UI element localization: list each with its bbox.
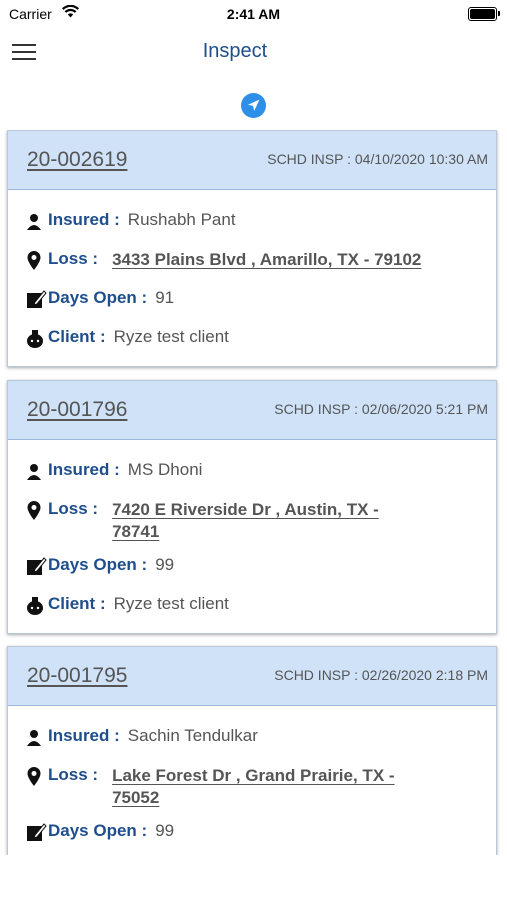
days-open-row: Days Open : 91 <box>26 288 486 311</box>
claim-number-link[interactable]: 20-001796 <box>27 398 127 422</box>
days-open-row: Days Open : 99 <box>26 555 486 578</box>
loss-row: Loss : Lake Forest Dr , Grand Prairie, T… <box>26 765 486 809</box>
claim-number-link[interactable]: 20-002619 <box>27 148 127 172</box>
loss-address-link[interactable]: 7420 E Riverside Dr , Austin, TX -78741 <box>112 499 379 543</box>
insured-label: Insured : <box>48 726 120 745</box>
client-value: Ryze test client <box>113 327 229 346</box>
insured-label: Insured : <box>48 210 120 229</box>
client-row: Client : Ryze test client <box>26 594 486 617</box>
loss-label: Loss : <box>48 249 99 268</box>
client-value: Ryze test client <box>113 594 229 613</box>
inspection-card[interactable]: 20-001795 SCHD INSP : 02/26/2020 2:18 PM… <box>7 646 497 855</box>
nav-bar: Inspect <box>0 30 507 76</box>
inspection-list[interactable]: 20-002619 SCHD INSP : 04/10/2020 10:30 A… <box>0 130 507 855</box>
loss-row: Loss : 7420 E Riverside Dr , Austin, TX … <box>26 499 486 543</box>
insured-label: Insured : <box>48 460 120 479</box>
card-header: 20-002619 SCHD INSP : 04/10/2020 10:30 A… <box>8 131 496 190</box>
insured-row: Insured : Rushabh Pant <box>26 210 486 233</box>
insured-value: Rushabh Pant <box>127 210 236 229</box>
scheduled-inspection: SCHD INSP : 02/26/2020 2:18 PM <box>274 667 488 683</box>
location-pin-icon <box>27 767 41 786</box>
edit-note-icon <box>27 557 47 575</box>
days-open-value: 99 <box>155 555 175 574</box>
card-header: 20-001796 SCHD INSP : 02/06/2020 5:21 PM <box>8 381 496 440</box>
person-icon <box>27 730 41 746</box>
client-icon <box>27 330 43 348</box>
client-label: Client : <box>48 327 106 346</box>
loss-label: Loss : <box>48 499 99 518</box>
edit-note-icon <box>27 290 47 308</box>
insured-value: Sachin Tendulkar <box>127 726 258 745</box>
loss-row: Loss : 3433 Plains Blvd , Amarillo, TX -… <box>26 249 486 272</box>
client-icon <box>27 597 43 615</box>
clock: 2:41 AM <box>226 6 281 22</box>
days-open-label: Days Open : <box>48 555 148 574</box>
inspection-card[interactable]: 20-002619 SCHD INSP : 04/10/2020 10:30 A… <box>7 130 497 367</box>
person-icon <box>27 214 41 230</box>
edit-note-icon <box>27 823 47 841</box>
scheduled-inspection: SCHD INSP : 02/06/2020 5:21 PM <box>274 401 488 417</box>
inspection-card[interactable]: 20-001796 SCHD INSP : 02/06/2020 5:21 PM… <box>7 380 497 634</box>
loss-address-link[interactable]: Lake Forest Dr , Grand Prairie, TX -7505… <box>112 765 394 809</box>
locate-button[interactable] <box>241 93 266 118</box>
days-open-label: Days Open : <box>48 821 148 840</box>
days-open-value: 99 <box>155 821 175 840</box>
days-open-row: Days Open : 99 <box>26 821 486 844</box>
page-title: Inspect <box>202 40 268 62</box>
client-row: Client : Ryze test client <box>26 327 486 350</box>
insured-row: Insured : MS Dhoni <box>26 460 486 483</box>
days-open-value: 91 <box>155 288 175 307</box>
days-open-label: Days Open : <box>48 288 148 307</box>
location-pin-icon <box>27 251 41 270</box>
location-pin-icon <box>27 501 41 520</box>
status-bar: Carrier 2:41 AM <box>0 0 507 30</box>
battery-icon <box>468 7 500 21</box>
person-icon <box>27 464 41 480</box>
bottom-blank-area <box>0 855 507 900</box>
client-label: Client : <box>48 594 106 613</box>
card-header: 20-001795 SCHD INSP : 02/26/2020 2:18 PM <box>8 647 496 706</box>
insured-value: MS Dhoni <box>127 460 203 479</box>
scheduled-inspection: SCHD INSP : 04/10/2020 10:30 AM <box>267 151 488 167</box>
insured-row: Insured : Sachin Tendulkar <box>26 726 486 749</box>
loss-address-link[interactable]: 3433 Plains Blvd , Amarillo, TX - 79102 <box>112 249 421 271</box>
navigation-arrow-icon <box>248 99 260 111</box>
loss-label: Loss : <box>48 765 99 784</box>
claim-number-link[interactable]: 20-001795 <box>27 664 127 688</box>
